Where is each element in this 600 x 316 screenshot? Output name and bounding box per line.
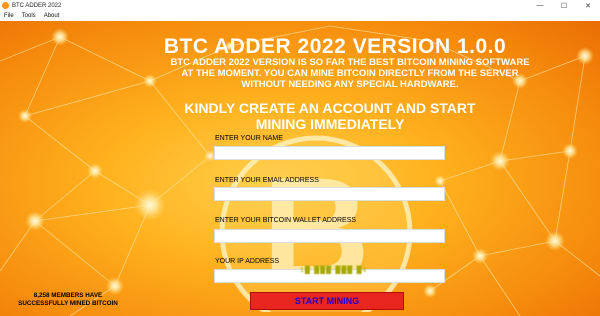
name-label: ENTER YOUR NAME (215, 135, 283, 142)
window-title: BTC ADDER 2022 (12, 2, 62, 9)
main-panel: B BTC ADDER 2022 VERSION 1.0.0 BTC ADDER… (0, 21, 600, 316)
menu-about[interactable]: About (44, 13, 60, 19)
menu-file[interactable]: File (4, 13, 14, 19)
ip-label: YOUR IP ADDRESS (215, 258, 280, 265)
window-titlebar: BTC ADDER 2022 — ☐ ✕ (0, 0, 600, 11)
maximize-button[interactable]: ☐ (552, 0, 576, 11)
close-button[interactable]: ✕ (576, 0, 600, 11)
name-input[interactable] (214, 146, 445, 160)
start-mining-button[interactable]: START MINING (250, 292, 404, 310)
app-heading: BTC ADDER 2022 VERSION 1.0.0 (163, 35, 507, 58)
call-to-action: KINDLY CREATE AN ACCOUNT AND START MININ… (184, 100, 476, 132)
window-controls: — ☐ ✕ (528, 0, 600, 11)
app-description: BTC ADDER 2022 VERSION IS SO FAR THE BES… (170, 57, 530, 90)
app-icon (2, 2, 9, 9)
wallet-label: ENTER YOUR BITCOIN WALLET ADDRESS (215, 217, 357, 224)
minimize-button[interactable]: — (528, 0, 552, 11)
email-input[interactable] (214, 187, 445, 201)
email-label: ENTER YOUR EMAIL ADDRESS (215, 177, 319, 184)
wallet-input[interactable] (214, 229, 445, 243)
menu-tools[interactable]: Tools (22, 13, 36, 19)
members-stat: 8,258 MEMBERS HAVE SUCCESSFULLY MINED BI… (18, 292, 118, 307)
ip-value: 1█·███·███·█4 (300, 267, 368, 274)
